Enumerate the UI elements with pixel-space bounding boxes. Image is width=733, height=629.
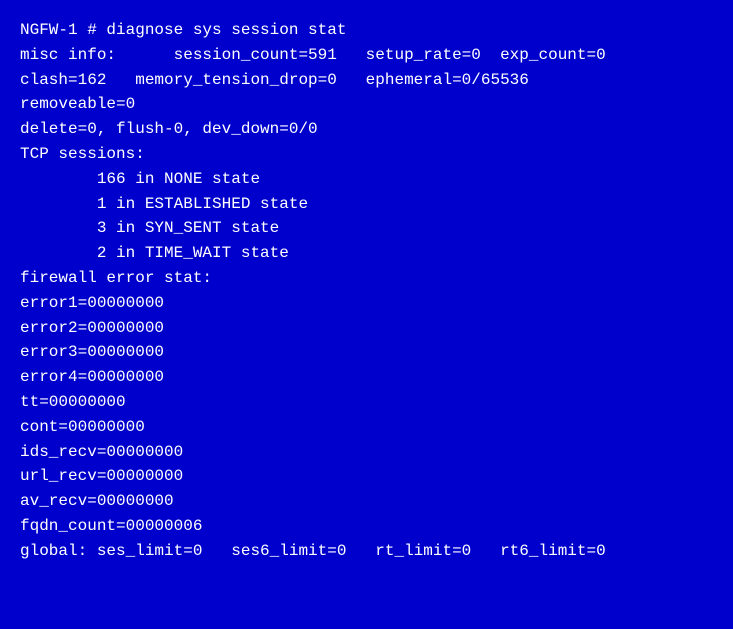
terminal-line-0: NGFW-1 # diagnose sys session stat <box>20 18 713 43</box>
terminal-line-6: 166 in NONE state <box>20 167 713 192</box>
terminal-line-7: 1 in ESTABLISHED state <box>20 192 713 217</box>
terminal-line-10: firewall error stat: <box>20 266 713 291</box>
terminal-line-9: 2 in TIME_WAIT state <box>20 241 713 266</box>
terminal-line-11: error1=00000000 <box>20 291 713 316</box>
terminal-line-1: misc info: session_count=591 setup_rate=… <box>20 43 713 68</box>
terminal-line-15: tt=00000000 <box>20 390 713 415</box>
terminal-line-20: fqdn_count=00000006 <box>20 514 713 539</box>
terminal-line-12: error2=00000000 <box>20 316 713 341</box>
terminal-line-18: url_recv=00000000 <box>20 464 713 489</box>
terminal-output: NGFW-1 # diagnose sys session statmisc i… <box>0 0 733 629</box>
terminal-line-19: av_recv=00000000 <box>20 489 713 514</box>
terminal-line-13: error3=00000000 <box>20 340 713 365</box>
terminal-line-4: delete=0, flush-0, dev_down=0/0 <box>20 117 713 142</box>
terminal-line-16: cont=00000000 <box>20 415 713 440</box>
terminal-line-21: global: ses_limit=0 ses6_limit=0 rt_limi… <box>20 539 713 564</box>
terminal-line-5: TCP sessions: <box>20 142 713 167</box>
terminal-line-3: removeable=0 <box>20 92 713 117</box>
terminal-line-17: ids_recv=00000000 <box>20 440 713 465</box>
terminal-line-8: 3 in SYN_SENT state <box>20 216 713 241</box>
terminal-line-2: clash=162 memory_tension_drop=0 ephemera… <box>20 68 713 93</box>
terminal-line-14: error4=00000000 <box>20 365 713 390</box>
